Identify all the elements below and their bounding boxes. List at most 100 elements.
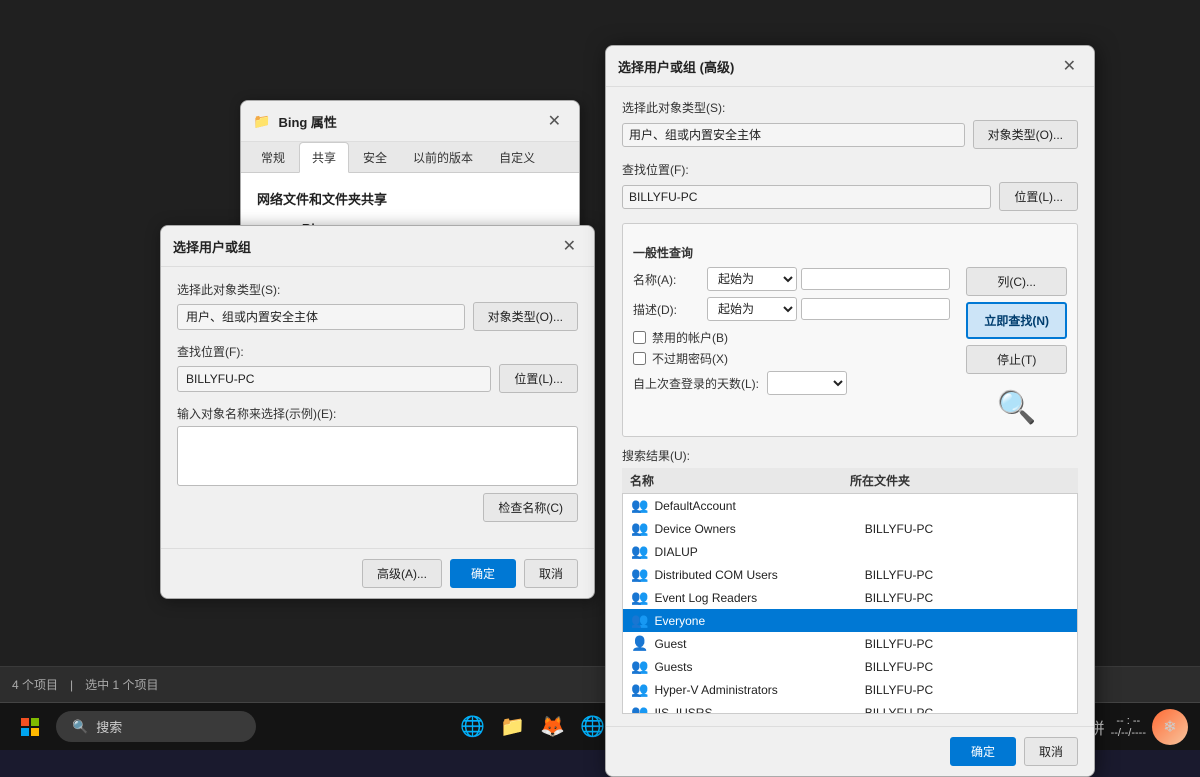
result-icon: 👥 [631,520,648,537]
clock-time: -- : -- [1116,715,1140,727]
result-row[interactable]: 👥 Guests BILLYFU-PC [623,655,1077,678]
result-name: Device Owners [654,522,858,536]
select-user-cancel-btn[interactable]: 取消 [524,559,578,588]
object-type-btn[interactable]: 对象类型(O)... [473,302,578,331]
advanced-body: 选择此对象类型(S): 对象类型(O)... 查找位置(F): 位置(L)...… [606,87,1094,726]
result-row[interactable]: 👥 Event Log Readers BILLYFU-PC [623,586,1077,609]
start-button[interactable] [12,709,48,745]
disabled-accounts-check[interactable] [633,331,646,344]
select-user-close[interactable]: ✕ [557,234,582,258]
adv-right-buttons: 列(C)... 立即查找(N) 停止(T) 🔍 [966,267,1067,426]
dialog-select-user[interactable]: 选择用户或组 ✕ 选择此对象类型(S): 对象类型(O)... 查找位置(F):… [160,225,595,599]
check-name-btn[interactable]: 检查名称(C) [483,493,578,522]
result-name: Guest [654,637,858,651]
adv-location-label: 查找位置(F): [622,161,1078,178]
result-row[interactable]: 👥 Device Owners BILLYFU-PC [623,517,1077,540]
taskbar-search-text: 搜索 [96,717,122,736]
adv-object-type-btn[interactable]: 对象类型(O)... [973,120,1078,149]
share-section-title: 网络文件和文件夹共享 [257,189,563,208]
result-name: IIS_IUSRS [654,706,858,715]
select-user-titlebar: 选择用户或组 ✕ [161,226,594,267]
result-icon: 👥 [631,589,648,606]
bing-dialog-folder-icon: 📁 [253,113,270,130]
adv-location-btn[interactable]: 位置(L)... [999,182,1078,211]
name-label: 名称(A): [633,271,703,288]
taskbar-app-browser[interactable]: 🌐 [455,709,491,745]
advanced-title: 选择用户或组 (高级) [618,57,1049,76]
taskbar-app-firefox[interactable]: 🦊 [535,709,571,745]
location-row: 查找位置(F): 位置(L)... [177,343,578,393]
col-location-header: 所在文件夹 [850,472,1070,489]
snow-logo[interactable]: ❄ [1152,709,1188,745]
search-results-list[interactable]: 👥 DefaultAccount 👥 Device Owners BILLYFU… [622,494,1078,714]
disabled-accounts-label: 禁用的帐户(B) [652,329,728,346]
result-row[interactable]: 👥 IIS_IUSRS BILLYFU-PC [623,701,1077,714]
result-name: DefaultAccount [654,499,858,513]
result-row[interactable]: 👥 Distributed COM Users BILLYFU-PC [623,563,1077,586]
list-btn[interactable]: 列(C)... [966,267,1067,296]
file-count: 4 个项目 [12,676,58,693]
bing-dialog-title: Bing 属性 [278,112,533,131]
advanced-ok-btn[interactable]: 确定 [950,737,1016,766]
result-row[interactable]: 👥 Everyone [623,609,1077,632]
result-row[interactable]: 👥 Hyper-V Administrators BILLYFU-PC [623,678,1077,701]
dialog-bing-titlebar: 📁 Bing 属性 ✕ [241,101,579,142]
result-location: BILLYFU-PC [865,568,1069,582]
dialog-bing-tabs: 常规 共享 安全 以前的版本 自定义 [241,142,579,173]
result-icon: 👥 [631,681,648,698]
advanced-cancel-btn[interactable]: 取消 [1024,737,1078,766]
result-row[interactable]: 👤 Guest BILLYFU-PC [623,632,1077,655]
tab-previous[interactable]: 以前的版本 [401,142,485,172]
select-user-title: 选择用户或组 [173,237,549,256]
bing-dialog-close[interactable]: ✕ [542,109,567,133]
selected-count: 选中 1 个项目 [85,676,158,693]
find-now-btn[interactable]: 立即查找(N) [966,302,1067,339]
object-type-label: 选择此对象类型(S): [177,281,578,298]
adv-object-type-row: 选择此对象类型(S): 对象类型(O)... [622,99,1078,149]
tab-security[interactable]: 安全 [351,142,399,172]
desc-filter-input[interactable] [801,298,950,320]
col-name-header: 名称 [630,472,850,489]
desc-label: 描述(D): [633,301,703,318]
result-location: BILLYFU-PC [865,683,1069,697]
tab-general[interactable]: 常规 [249,142,297,172]
result-row[interactable]: 👥 DefaultAccount [623,494,1077,517]
result-icon: 👥 [631,612,648,629]
dialog-advanced-select[interactable]: 选择用户或组 (高级) ✕ 选择此对象类型(S): 对象类型(O)... 查找位… [605,45,1095,777]
adv-location-row: 查找位置(F): 位置(L)... [622,161,1078,211]
result-icon: 👥 [631,566,648,583]
location-btn[interactable]: 位置(L)... [499,364,578,393]
select-user-advanced-btn[interactable]: 高级(A)... [362,559,442,588]
stop-btn[interactable]: 停止(T) [966,345,1067,374]
no-expire-check[interactable] [633,352,646,365]
search-big-icon: 🔍 [997,388,1037,426]
name-filter-select[interactable]: 起始为 [707,267,797,291]
no-expire-label: 不过期密码(X) [652,350,728,367]
taskbar-search[interactable]: 🔍 搜索 [56,711,256,742]
advanced-titlebar: 选择用户或组 (高级) ✕ [606,46,1094,87]
tab-share[interactable]: 共享 [299,142,349,173]
general-query-title: 一般性查询 [633,244,1067,261]
days-label: 自上次查登录的天数(L): [633,375,759,392]
tab-custom[interactable]: 自定义 [487,142,547,172]
enter-label: 输入对象名称来选择(示例)(E): [177,405,578,422]
select-user-ok-btn[interactable]: 确定 [450,559,516,588]
days-row: 自上次查登录的天数(L): [633,371,950,395]
advanced-close[interactable]: ✕ [1057,54,1082,78]
object-type-input [177,304,465,330]
result-name: Hyper-V Administrators [654,683,858,697]
taskbar-app-explorer[interactable]: 📁 [495,709,531,745]
enter-object-input[interactable] [177,426,578,486]
clock-date: --/--/---- [1111,727,1146,739]
results-header: 名称 所在文件夹 [622,468,1078,494]
result-icon: 👥 [631,658,648,675]
desc-filter-select[interactable]: 起始为 [707,297,797,321]
result-name: Distributed COM Users [654,568,858,582]
location-label: 查找位置(F): [177,343,578,360]
name-filter-input[interactable] [801,268,950,290]
days-select[interactable] [767,371,847,395]
status-sep: | [70,678,73,692]
result-name: Everyone [654,614,858,628]
result-row[interactable]: 👥 DIALUP [623,540,1077,563]
tray-clock[interactable]: -- : -- --/--/---- [1111,715,1146,739]
